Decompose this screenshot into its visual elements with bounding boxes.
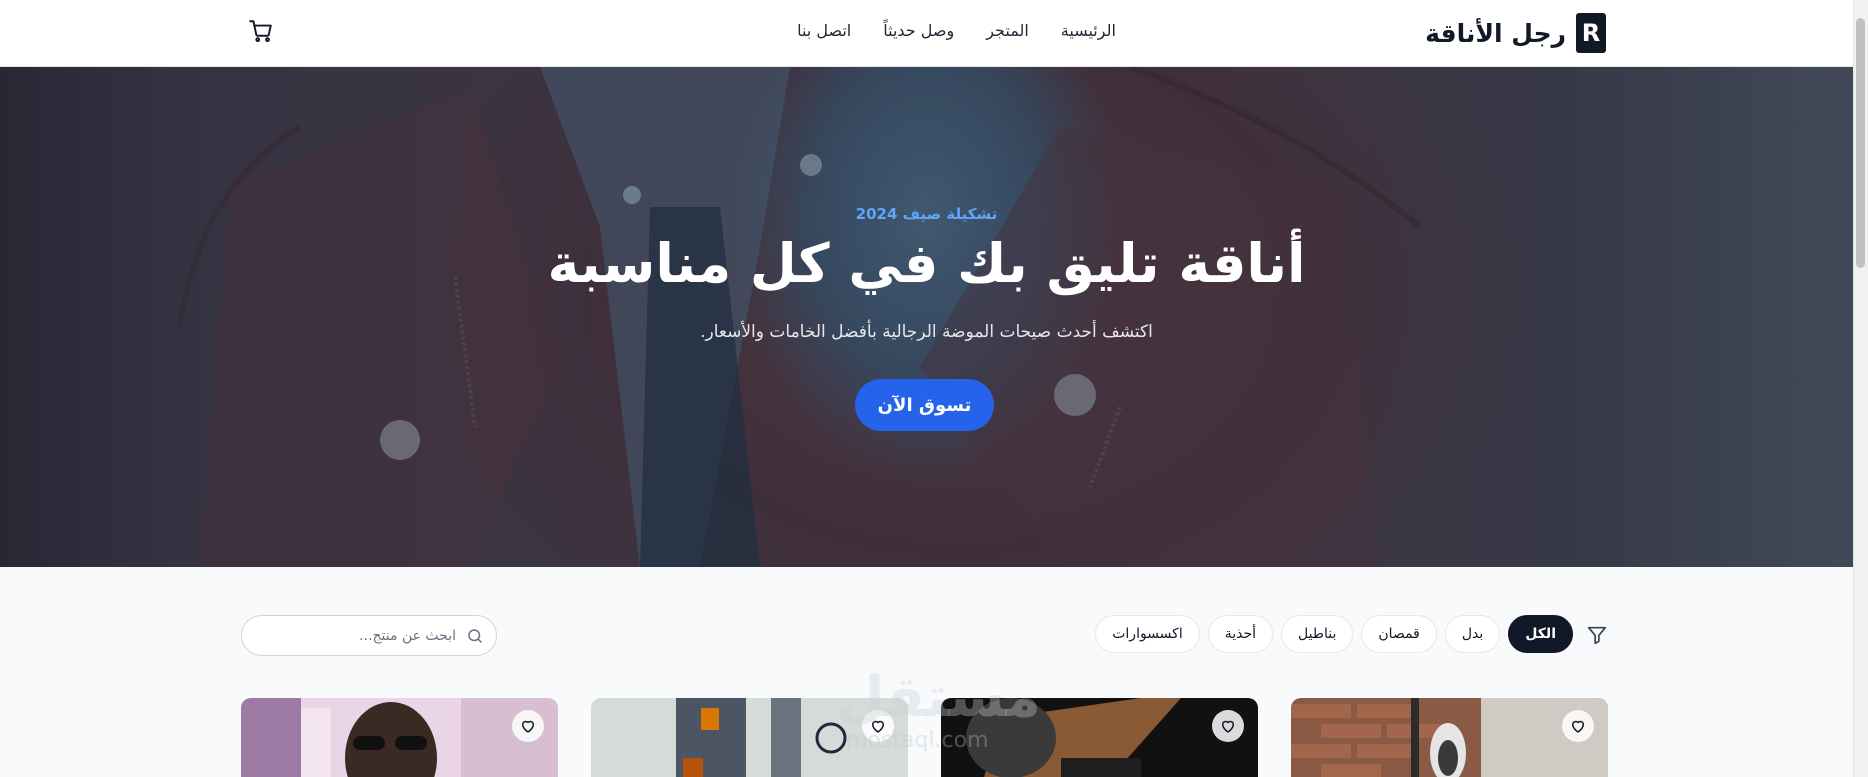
favorite-heart-icon[interactable]	[862, 710, 894, 742]
product-image	[941, 698, 1258, 777]
category-accessories[interactable]: اكسسوارات	[1095, 615, 1200, 653]
product-image	[1291, 698, 1608, 777]
filter-bar: الكل بدل قمصان بناطيل أحذية اكسسوارات	[241, 615, 1608, 656]
product-card[interactable]	[1291, 698, 1608, 777]
nav-home[interactable]: الرئيسية	[1061, 21, 1116, 40]
hero-overlay	[0, 67, 1853, 567]
search-box	[241, 615, 497, 656]
filter-icon[interactable]	[1586, 624, 1608, 646]
product-grid	[241, 698, 1608, 777]
favorite-heart-icon[interactable]	[1212, 710, 1244, 742]
nav-contact[interactable]: اتصل بنا	[797, 21, 851, 40]
favorite-heart-icon[interactable]	[512, 710, 544, 742]
category-all[interactable]: الكل	[1508, 615, 1573, 653]
page-scrollbar[interactable]	[1853, 0, 1868, 777]
category-pants[interactable]: بناطيل	[1281, 615, 1354, 653]
collection-tag: تشكيلة صيف 2024	[855, 205, 998, 223]
search-input[interactable]	[256, 616, 456, 655]
product-image	[241, 698, 558, 777]
shopping-cart-icon[interactable]	[248, 18, 274, 44]
hero-banner: تشكيلة صيف 2024 أناقة تليق بك في كل مناس…	[0, 67, 1853, 567]
search-icon	[466, 627, 484, 645]
scrollbar-thumb[interactable]	[1856, 18, 1865, 268]
category-shoes[interactable]: أحذية	[1207, 615, 1274, 653]
shop-now-button[interactable]: تسوق الآن	[855, 379, 994, 431]
product-image	[591, 698, 908, 777]
category-chips: الكل بدل قمصان بناطيل أحذية اكسسوارات	[1095, 615, 1573, 653]
main-nav: الرئيسية المتجر وصل حديثاً اتصل بنا	[0, 21, 1853, 40]
product-card[interactable]	[241, 698, 558, 777]
favorite-heart-icon[interactable]	[1562, 710, 1594, 742]
site-header: R رجل الأناقة الرئيسية المتجر وصل حديثاً…	[0, 0, 1853, 67]
hero-subtitle: اكتشف أحدث صيحات الموضة الرجالية بأفضل ا…	[700, 322, 1153, 342]
product-card[interactable]	[591, 698, 908, 777]
nav-shop[interactable]: المتجر	[986, 21, 1029, 40]
product-card[interactable]	[941, 698, 1258, 777]
nav-new-arrivals[interactable]: وصل حديثاً	[883, 21, 954, 40]
hero-title: أناقة تليق بك في كل مناسبة	[547, 232, 1306, 295]
category-shirts[interactable]: قمصان	[1361, 615, 1437, 653]
category-suits[interactable]: بدل	[1444, 615, 1501, 653]
